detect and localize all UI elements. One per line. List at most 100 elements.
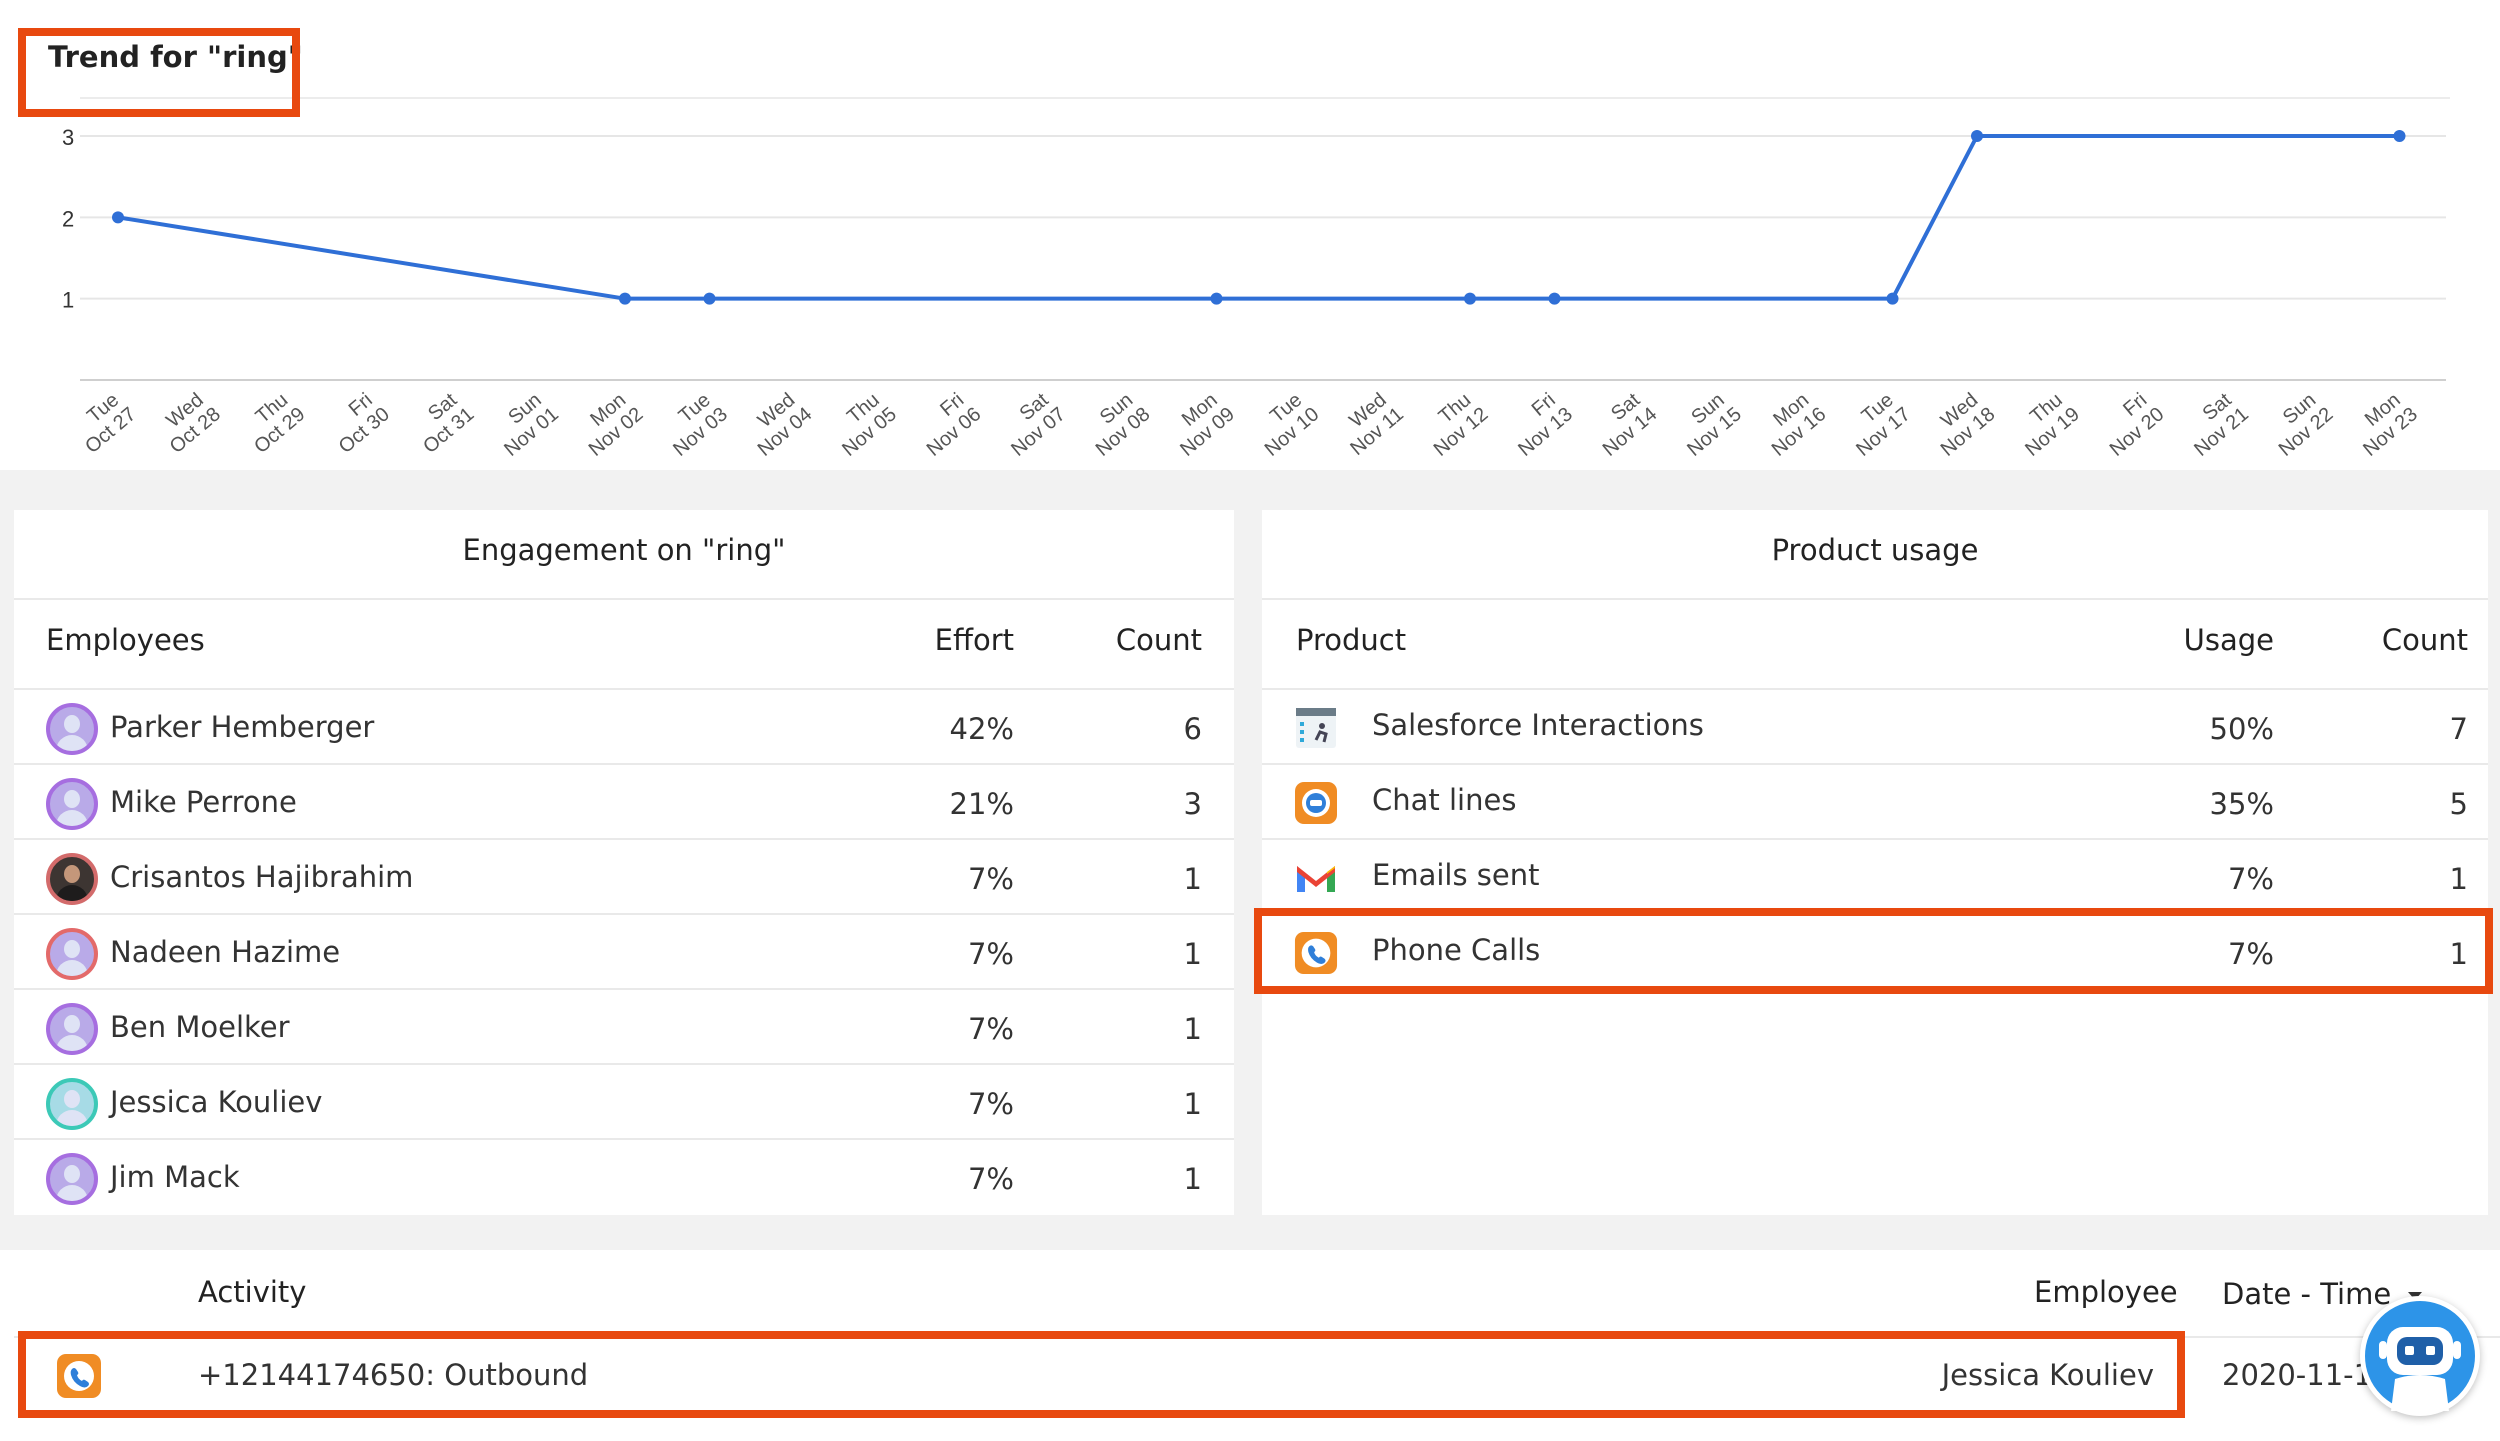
count-value: 3	[1183, 787, 1202, 821]
x-tick-label: TueOct 27	[81, 389, 140, 458]
x-tick-label: WedNov 18	[1937, 389, 2000, 461]
engagement-panel: Engagement on "ring" Employees Effort Co…	[14, 510, 1234, 1215]
product-column-header[interactable]: Product	[1296, 623, 1406, 657]
employee-name: Ben Moelker	[110, 1010, 290, 1044]
assistant-bot-button[interactable]	[2360, 1296, 2480, 1416]
x-tick-label: TueNov 10	[1261, 389, 1324, 461]
x-tick-label: SatOct 31	[419, 389, 478, 458]
activity-employee: Jessica Kouliev	[1941, 1358, 2154, 1392]
data-point	[1464, 292, 1476, 305]
x-tick-label: TueNov 17	[1852, 389, 1915, 461]
product-name: Chat lines	[1372, 783, 1517, 817]
x-tick-label: WedOct 28	[162, 389, 225, 458]
x-tick-label: MonNov 02	[585, 389, 648, 461]
x-tick-label: SunNov 22	[2275, 389, 2338, 461]
employee-row[interactable]: Jim Mack 7% 1	[14, 1140, 1234, 1215]
x-tick-label: TueNov 03	[669, 389, 732, 461]
employee-row[interactable]: Jessica Kouliev 7% 1	[14, 1065, 1234, 1140]
product-usage-title: Product usage	[1771, 533, 1979, 567]
x-tick-label: SunNov 15	[1683, 389, 1746, 461]
product-name: Emails sent	[1372, 858, 1540, 892]
x-tick-label: WedNov 11	[1345, 389, 1408, 460]
robot-icon	[2379, 1327, 2461, 1411]
phone-icon	[1294, 931, 1338, 975]
x-tick-label: FriOct 30	[335, 389, 394, 458]
effort-value: 42%	[949, 712, 1014, 746]
count-value: 1	[1183, 1162, 1202, 1196]
y-tick-label: 1	[62, 288, 74, 313]
activity-column-header[interactable]: Activity	[198, 1275, 306, 1309]
x-tick-label: WedNov 04	[754, 389, 817, 461]
avatar	[46, 1078, 98, 1130]
product-usage-panel: Product usage Product Usage Count Salesf…	[1262, 510, 2488, 1215]
employees-column-header[interactable]: Employees	[46, 623, 205, 657]
usage-value: 7%	[2227, 937, 2274, 971]
activity-description: +12144174650: Outbound	[198, 1358, 589, 1392]
data-point	[1971, 130, 1983, 142]
count-value: 1	[2449, 937, 2468, 971]
effort-value: 7%	[967, 937, 1014, 971]
x-tick-label: FriNov 13	[1514, 389, 1577, 461]
product-row[interactable]: Chat lines 35% 5	[1262, 765, 2488, 840]
avatar	[46, 778, 98, 830]
usage-column-header[interactable]: Usage	[2184, 623, 2274, 657]
employee-row[interactable]: Ben Moelker 7% 1	[14, 990, 1234, 1065]
employee-row[interactable]: Mike Perrone 21% 3	[14, 765, 1234, 840]
x-tick-label: MonNov 16	[1768, 389, 1831, 461]
effort-value: 21%	[949, 787, 1014, 821]
avatar	[46, 853, 98, 905]
data-point	[619, 292, 631, 305]
avatar	[46, 703, 98, 755]
trend-panel: 3 2 1 Tue Oct 27 Wed Oct 28 Thu Oct 29 Fri Oct 30 S…	[0, 0, 2500, 470]
employee-name: Nadeen Hazime	[110, 935, 341, 969]
count-column-header[interactable]: Count	[1116, 623, 1202, 657]
activity-panel: Activity Employee Date - Time +121441746…	[0, 1250, 2500, 1441]
phone-icon	[57, 1354, 101, 1398]
x-tick-label: FriNov 20	[2106, 389, 2169, 461]
usage-value: 35%	[2209, 787, 2274, 821]
x-tick-label: SatNov 07	[1007, 389, 1070, 461]
product-row[interactable]: Phone Calls 7% 1	[1262, 915, 2488, 990]
avatar	[46, 928, 98, 980]
employee-row[interactable]: Nadeen Hazime 7% 1	[14, 915, 1234, 990]
effort-value: 7%	[967, 1162, 1014, 1196]
x-tick-label: SunNov 01	[500, 389, 563, 461]
employee-row[interactable]: Crisantos Hajibrahim 7% 1	[14, 840, 1234, 915]
effort-column-header[interactable]: Effort	[935, 623, 1014, 657]
count-value: 6	[1183, 712, 1202, 746]
divider	[14, 598, 1234, 600]
employee-name: Parker Hemberger	[110, 710, 375, 744]
x-tick-label: FriNov 06	[923, 389, 986, 461]
x-tick-label: SatNov 21	[2190, 389, 2253, 461]
x-tick-label: SatNov 14	[1599, 389, 1662, 461]
effort-value: 7%	[967, 1087, 1014, 1121]
x-tick-label: MonNov 23	[2359, 389, 2422, 461]
count-column-header[interactable]: Count	[2382, 623, 2468, 657]
product-name: Phone Calls	[1372, 933, 1541, 967]
count-value: 5	[2449, 787, 2468, 821]
x-tick-label: SunNov 08	[1092, 389, 1155, 461]
count-value: 1	[1183, 862, 1202, 896]
product-row[interactable]: Salesforce Interactions 50% 7	[1262, 690, 2488, 765]
employee-column-header[interactable]: Employee	[2034, 1275, 2178, 1309]
x-tick-label: MonNov 09	[1176, 389, 1239, 461]
activity-row[interactable]: +12144174650: Outbound Jessica Kouliev 2…	[0, 1338, 2500, 1418]
x-tick-label: ThuOct 29	[250, 389, 309, 458]
product-row[interactable]: Emails sent 7% 1	[1262, 840, 2488, 915]
trend-chart: 3 2 1 TueOct 27 WedOct 28 ThuOct 29 FriOct 30 S…	[62, 97, 2450, 461]
count-value: 1	[1183, 1012, 1202, 1046]
gmail-icon	[1297, 866, 1335, 892]
employee-name: Crisantos Hajibrahim	[110, 860, 414, 894]
x-tick-label: ThuNov 12	[1430, 389, 1493, 461]
salesforce-icon	[1296, 708, 1336, 748]
usage-value: 50%	[2209, 712, 2274, 746]
x-tick-label: ThuNov 05	[838, 389, 901, 461]
product-name: Salesforce Interactions	[1372, 708, 1704, 742]
data-point	[1886, 292, 1899, 305]
employee-row[interactable]: Parker Hemberger 42% 6	[14, 690, 1234, 765]
avatar	[46, 1003, 98, 1055]
y-tick-label: 3	[62, 125, 74, 150]
avatar	[46, 1153, 98, 1205]
chat-icon	[1295, 782, 1337, 824]
divider	[1262, 598, 2488, 600]
